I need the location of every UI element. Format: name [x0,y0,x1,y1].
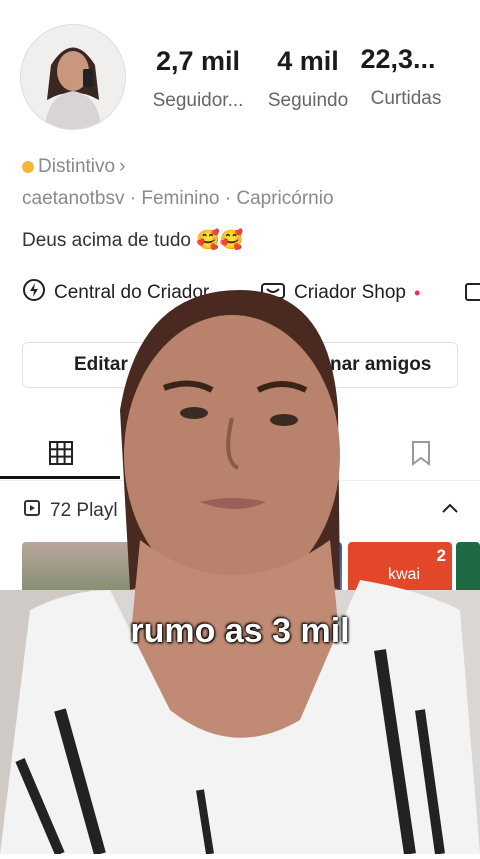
followers-count[interactable]: 2,7 mil [146,46,250,77]
following-count[interactable]: 4 mil [260,46,356,77]
followers-label[interactable]: Seguidor... [146,90,250,112]
chevron-right-icon: › [119,156,126,177]
likes-label[interactable]: Curtidas [356,88,456,110]
badge-label: Distintivo [38,156,116,177]
video-caption: rumo as 3 mil [130,612,350,650]
following-label[interactable]: Seguindo [256,90,360,112]
badge-icon [22,161,34,173]
badge-link[interactable]: Distintivo › [22,156,125,178]
profile-bio: Deus acima de tudo 🥰🥰 [22,230,244,251]
profile-avatar[interactable] [20,24,126,130]
overlay-person [0,290,480,856]
likes-count[interactable]: 22,3... [350,44,446,75]
profile-meta: caetanotbsv · Feminino · Capricórnio [22,188,334,209]
